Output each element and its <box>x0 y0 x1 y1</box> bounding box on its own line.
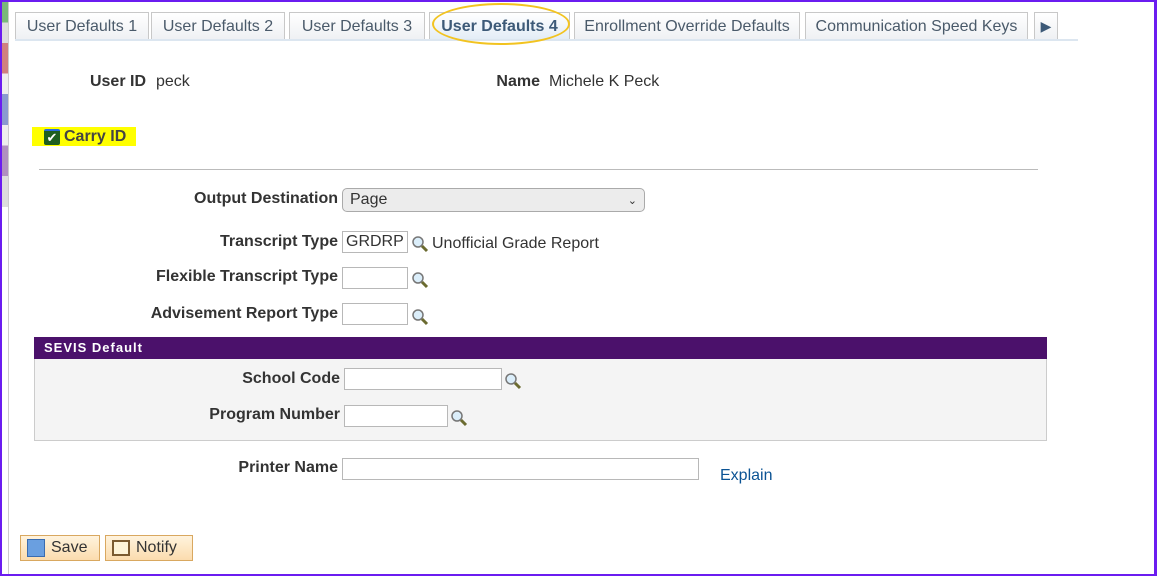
tab-enrollment-override-defaults[interactable]: Enrollment Override Defaults <box>574 12 800 40</box>
lookup-icon[interactable] <box>411 235 429 253</box>
flexible-transcript-type-label: Flexible Transcript Type <box>156 268 338 285</box>
annotation-circle <box>432 3 570 45</box>
output-destination-label: Output Destination <box>194 190 338 207</box>
lookup-icon[interactable] <box>504 372 522 390</box>
tab-user-defaults-1[interactable]: User Defaults 1 <box>15 12 149 40</box>
advisement-report-type-label: Advisement Report Type <box>150 305 338 322</box>
flexible-transcript-type-input[interactable] <box>342 267 408 289</box>
program-number-label: Program Number <box>209 406 340 423</box>
transcript-type-input[interactable]: GRDRP <box>342 231 408 253</box>
carry-id-label: Carry ID <box>64 127 127 145</box>
printer-name-input[interactable] <box>342 458 699 480</box>
tab-user-defaults-2[interactable]: User Defaults 2 <box>151 12 285 40</box>
user-id-value: peck <box>156 73 190 90</box>
lookup-icon[interactable] <box>411 271 429 289</box>
advisement-report-type-input[interactable] <box>342 303 408 325</box>
transcript-type-label: Transcript Type <box>220 233 338 250</box>
carry-id-checkbox[interactable]: ✔ Carry ID <box>32 127 136 146</box>
notify-icon <box>112 540 130 556</box>
school-code-input[interactable] <box>344 368 502 390</box>
arrow-right-icon: ▶ <box>1040 18 1052 34</box>
separator <box>39 169 1038 170</box>
school-code-label: School Code <box>242 370 340 387</box>
notify-button[interactable]: Notify <box>105 535 193 561</box>
name-label: Name <box>496 73 540 90</box>
name-value: Michele K Peck <box>549 73 660 90</box>
tab-communication-speed-keys[interactable]: Communication Speed Keys <box>805 12 1028 40</box>
output-destination-select[interactable]: Page ⌄ <box>342 188 645 212</box>
output-destination-value: Page <box>350 191 388 208</box>
printer-name-label: Printer Name <box>238 459 338 476</box>
chevron-down-icon: ⌄ <box>627 195 637 207</box>
checkbox-checked-icon: ✔ <box>44 128 60 145</box>
lookup-icon[interactable] <box>411 308 429 326</box>
save-icon <box>27 539 45 557</box>
notify-label: Notify <box>136 539 177 556</box>
tab-user-defaults-3[interactable]: User Defaults 3 <box>289 12 425 40</box>
transcript-type-description: Unofficial Grade Report <box>432 235 599 252</box>
save-button[interactable]: Save <box>20 535 100 561</box>
user-id-label: User ID <box>89 73 146 90</box>
divider <box>8 2 9 574</box>
sevis-section-header: SEVIS Default <box>34 337 1047 359</box>
explain-link[interactable]: Explain <box>720 467 772 485</box>
next-tab-button[interactable]: ▶ <box>1034 12 1058 40</box>
program-number-input[interactable] <box>344 405 448 427</box>
save-label: Save <box>51 539 88 556</box>
lookup-icon[interactable] <box>450 409 468 427</box>
